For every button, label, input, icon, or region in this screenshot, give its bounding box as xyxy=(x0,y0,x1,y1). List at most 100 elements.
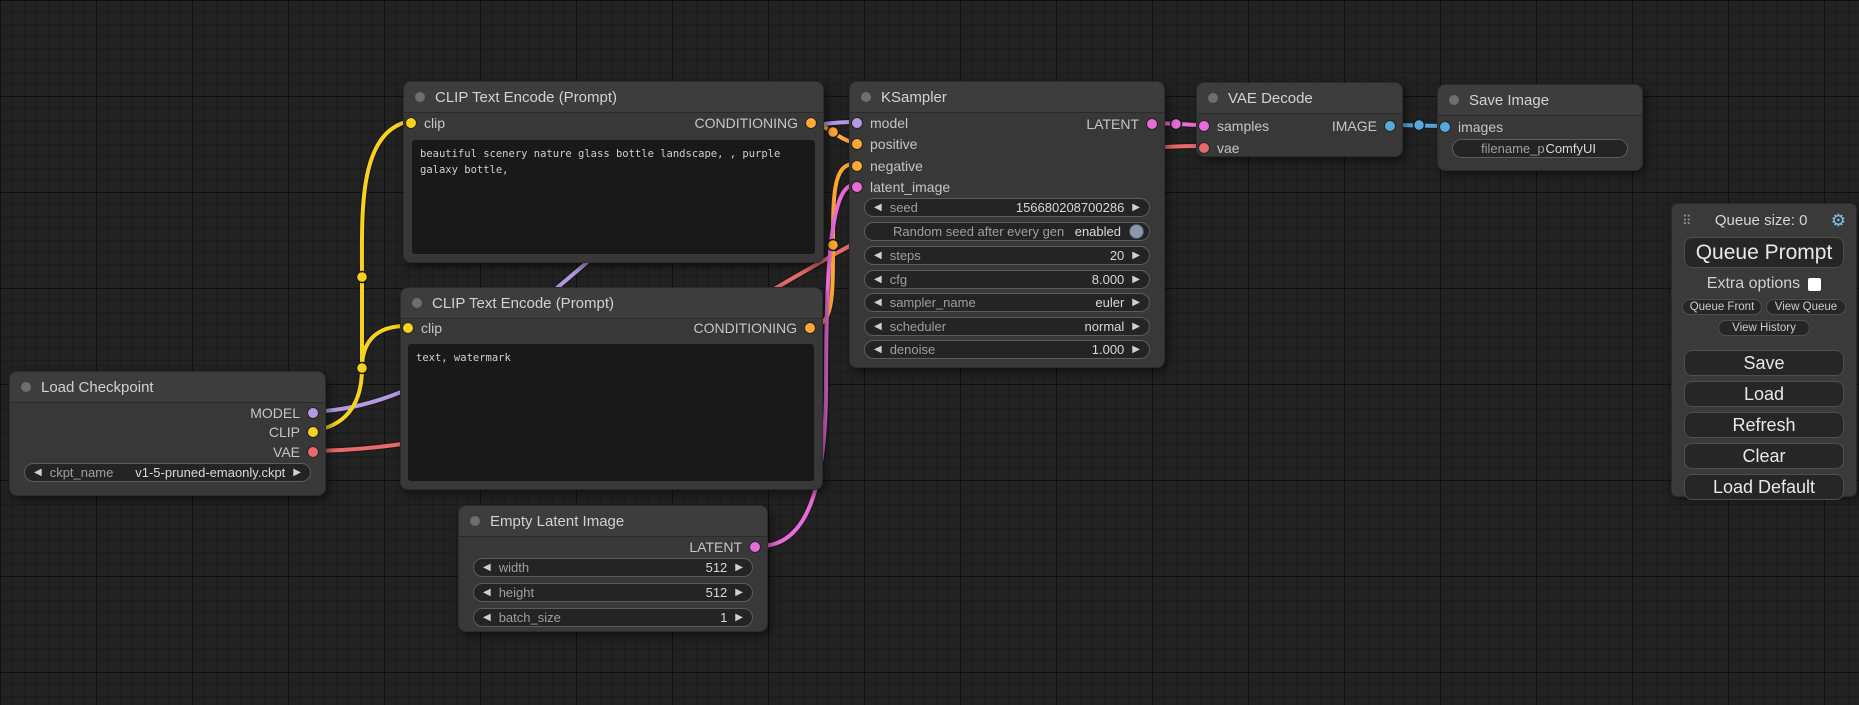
node-title-bar[interactable]: VAE Decode xyxy=(1197,83,1402,114)
drag-handle-icon[interactable]: ⠿ xyxy=(1682,213,1692,229)
vae-port-icon[interactable] xyxy=(308,447,318,457)
prompt-text-area[interactable]: beautiful scenery nature glass bottle la… xyxy=(412,140,815,254)
arrow-right-icon[interactable]: ▶ xyxy=(1132,298,1140,308)
conditioning-port-icon[interactable] xyxy=(805,323,815,333)
arrow-right-icon[interactable]: ▶ xyxy=(735,563,743,573)
view-history-button[interactable]: View History xyxy=(1718,320,1810,336)
clip-port-icon[interactable] xyxy=(308,427,318,437)
model-port-icon[interactable] xyxy=(308,408,318,418)
output-port-latent[interactable]: LATENT xyxy=(689,537,760,557)
node-status-icon xyxy=(1208,93,1218,103)
arrow-left-icon[interactable]: ◀ xyxy=(874,203,882,213)
seed-widget[interactable]: ◀ seed 156680208700286 ▶ xyxy=(864,198,1150,217)
random-seed-toggle-widget[interactable]: Random seed after every gen enabled xyxy=(864,222,1150,241)
arrow-right-icon[interactable]: ▶ xyxy=(1132,322,1140,332)
arrow-left-icon[interactable]: ◀ xyxy=(874,275,882,285)
save-button[interactable]: Save xyxy=(1684,350,1844,376)
node-clip-text-encode-positive[interactable]: CLIP Text Encode (Prompt) clip CONDITION… xyxy=(403,81,824,263)
input-port-images[interactable]: images xyxy=(1440,117,1503,137)
steps-widget[interactable]: ◀ steps 20 ▶ xyxy=(864,246,1150,265)
arrow-right-icon[interactable]: ▶ xyxy=(735,613,743,623)
image-port-icon[interactable] xyxy=(1440,122,1450,132)
ckpt-name-widget[interactable]: ◀ ckpt_name v1-5-pruned-emaonly.ckpt ▶ xyxy=(24,463,311,482)
node-title-bar[interactable]: CLIP Text Encode (Prompt) xyxy=(401,288,822,319)
cfg-widget[interactable]: ◀ cfg 8.000 ▶ xyxy=(864,270,1150,289)
node-title-bar[interactable]: Load Checkpoint xyxy=(10,372,325,403)
queue-front-button[interactable]: Queue Front xyxy=(1682,299,1762,315)
output-port-latent[interactable]: LATENT xyxy=(1086,114,1157,134)
arrow-right-icon[interactable]: ▶ xyxy=(1132,275,1140,285)
input-port-model[interactable]: model xyxy=(852,113,908,133)
batch-size-widget[interactable]: ◀ batch_size 1 ▶ xyxy=(473,608,753,627)
scheduler-widget[interactable]: ◀ scheduler normal ▶ xyxy=(864,317,1150,336)
latent-port-icon[interactable] xyxy=(750,542,760,552)
input-port-clip[interactable]: clip xyxy=(406,113,445,133)
arrow-right-icon[interactable]: ▶ xyxy=(1132,203,1140,213)
model-port-icon[interactable] xyxy=(852,118,862,128)
node-title-bar[interactable]: CLIP Text Encode (Prompt) xyxy=(404,82,823,113)
output-port-conditioning[interactable]: CONDITIONING xyxy=(694,318,815,338)
node-empty-latent-image[interactable]: Empty Latent Image LATENT ◀ width 512 ▶ … xyxy=(458,505,768,632)
arrow-left-icon[interactable]: ◀ xyxy=(483,563,491,573)
node-title-bar[interactable]: Save Image xyxy=(1438,85,1642,116)
arrow-left-icon[interactable]: ◀ xyxy=(483,588,491,598)
conditioning-port-icon[interactable] xyxy=(852,161,862,171)
latent-port-icon[interactable] xyxy=(852,182,862,192)
sampler-name-widget[interactable]: ◀ sampler_name euler ▶ xyxy=(864,293,1150,312)
gear-icon[interactable]: ⚙ xyxy=(1831,212,1846,229)
width-widget[interactable]: ◀ width 512 ▶ xyxy=(473,558,753,577)
widget-label: sampler_name xyxy=(890,295,976,310)
arrow-right-icon[interactable]: ▶ xyxy=(293,468,301,478)
node-graph-canvas[interactable]: Load Checkpoint MODEL CLIP VAE ◀ ckpt_na… xyxy=(0,0,1859,705)
node-title-bar[interactable]: KSampler xyxy=(850,82,1164,113)
filename-prefix-widget[interactable]: filename_prefix ComfyUI xyxy=(1452,139,1628,158)
arrow-left-icon[interactable]: ◀ xyxy=(874,298,882,308)
input-port-vae[interactable]: vae xyxy=(1199,138,1240,158)
arrow-left-icon[interactable]: ◀ xyxy=(874,345,882,355)
latent-port-icon[interactable] xyxy=(1199,121,1209,131)
extra-options-checkbox[interactable] xyxy=(1808,278,1821,291)
arrow-right-icon[interactable]: ▶ xyxy=(735,588,743,598)
load-default-button[interactable]: Load Default xyxy=(1684,474,1844,500)
clip-port-icon[interactable] xyxy=(403,323,413,333)
node-ksampler[interactable]: KSampler model positive negative latent_… xyxy=(849,81,1165,368)
input-port-clip[interactable]: clip xyxy=(403,318,442,338)
arrow-right-icon[interactable]: ▶ xyxy=(1132,345,1140,355)
conditioning-port-icon[interactable] xyxy=(806,118,816,128)
output-port-conditioning[interactable]: CONDITIONING xyxy=(695,113,816,133)
output-port-model[interactable]: MODEL xyxy=(250,403,318,423)
node-save-image[interactable]: Save Image images filename_prefix ComfyU… xyxy=(1437,84,1643,171)
arrow-left-icon[interactable]: ◀ xyxy=(483,613,491,623)
clip-port-icon[interactable] xyxy=(406,118,416,128)
node-title-bar[interactable]: Empty Latent Image xyxy=(459,506,767,537)
arrow-left-icon[interactable]: ◀ xyxy=(34,468,42,478)
arrow-left-icon[interactable]: ◀ xyxy=(874,322,882,332)
widget-label: ckpt_name xyxy=(50,465,114,480)
input-port-latent-image[interactable]: latent_image xyxy=(852,177,950,197)
clear-button[interactable]: Clear xyxy=(1684,443,1844,469)
load-button[interactable]: Load xyxy=(1684,381,1844,407)
queue-prompt-button[interactable]: Queue Prompt xyxy=(1684,237,1844,268)
input-port-negative[interactable]: negative xyxy=(852,156,923,176)
output-port-clip[interactable]: CLIP xyxy=(269,422,318,442)
widget-label: scheduler xyxy=(890,319,946,334)
arrow-left-icon[interactable]: ◀ xyxy=(874,251,882,261)
node-load-checkpoint[interactable]: Load Checkpoint MODEL CLIP VAE ◀ ckpt_na… xyxy=(9,371,326,496)
output-port-vae[interactable]: VAE xyxy=(273,442,318,462)
conditioning-port-icon[interactable] xyxy=(852,139,862,149)
refresh-button[interactable]: Refresh xyxy=(1684,412,1844,438)
node-vae-decode[interactable]: VAE Decode samples vae IMAGE xyxy=(1196,82,1403,157)
input-port-samples[interactable]: samples xyxy=(1199,116,1269,136)
view-queue-button[interactable]: View Queue xyxy=(1766,299,1846,315)
toggle-enabled-icon[interactable] xyxy=(1129,224,1144,239)
node-clip-text-encode-negative[interactable]: CLIP Text Encode (Prompt) clip CONDITION… xyxy=(400,287,823,490)
input-port-positive[interactable]: positive xyxy=(852,134,917,154)
latent-port-icon[interactable] xyxy=(1147,119,1157,129)
denoise-widget[interactable]: ◀ denoise 1.000 ▶ xyxy=(864,340,1150,359)
output-port-image[interactable]: IMAGE xyxy=(1332,116,1395,136)
vae-port-icon[interactable] xyxy=(1199,143,1209,153)
prompt-text-area[interactable]: text, watermark xyxy=(408,344,814,481)
image-port-icon[interactable] xyxy=(1385,121,1395,131)
height-widget[interactable]: ◀ height 512 ▶ xyxy=(473,583,753,602)
arrow-right-icon[interactable]: ▶ xyxy=(1132,251,1140,261)
